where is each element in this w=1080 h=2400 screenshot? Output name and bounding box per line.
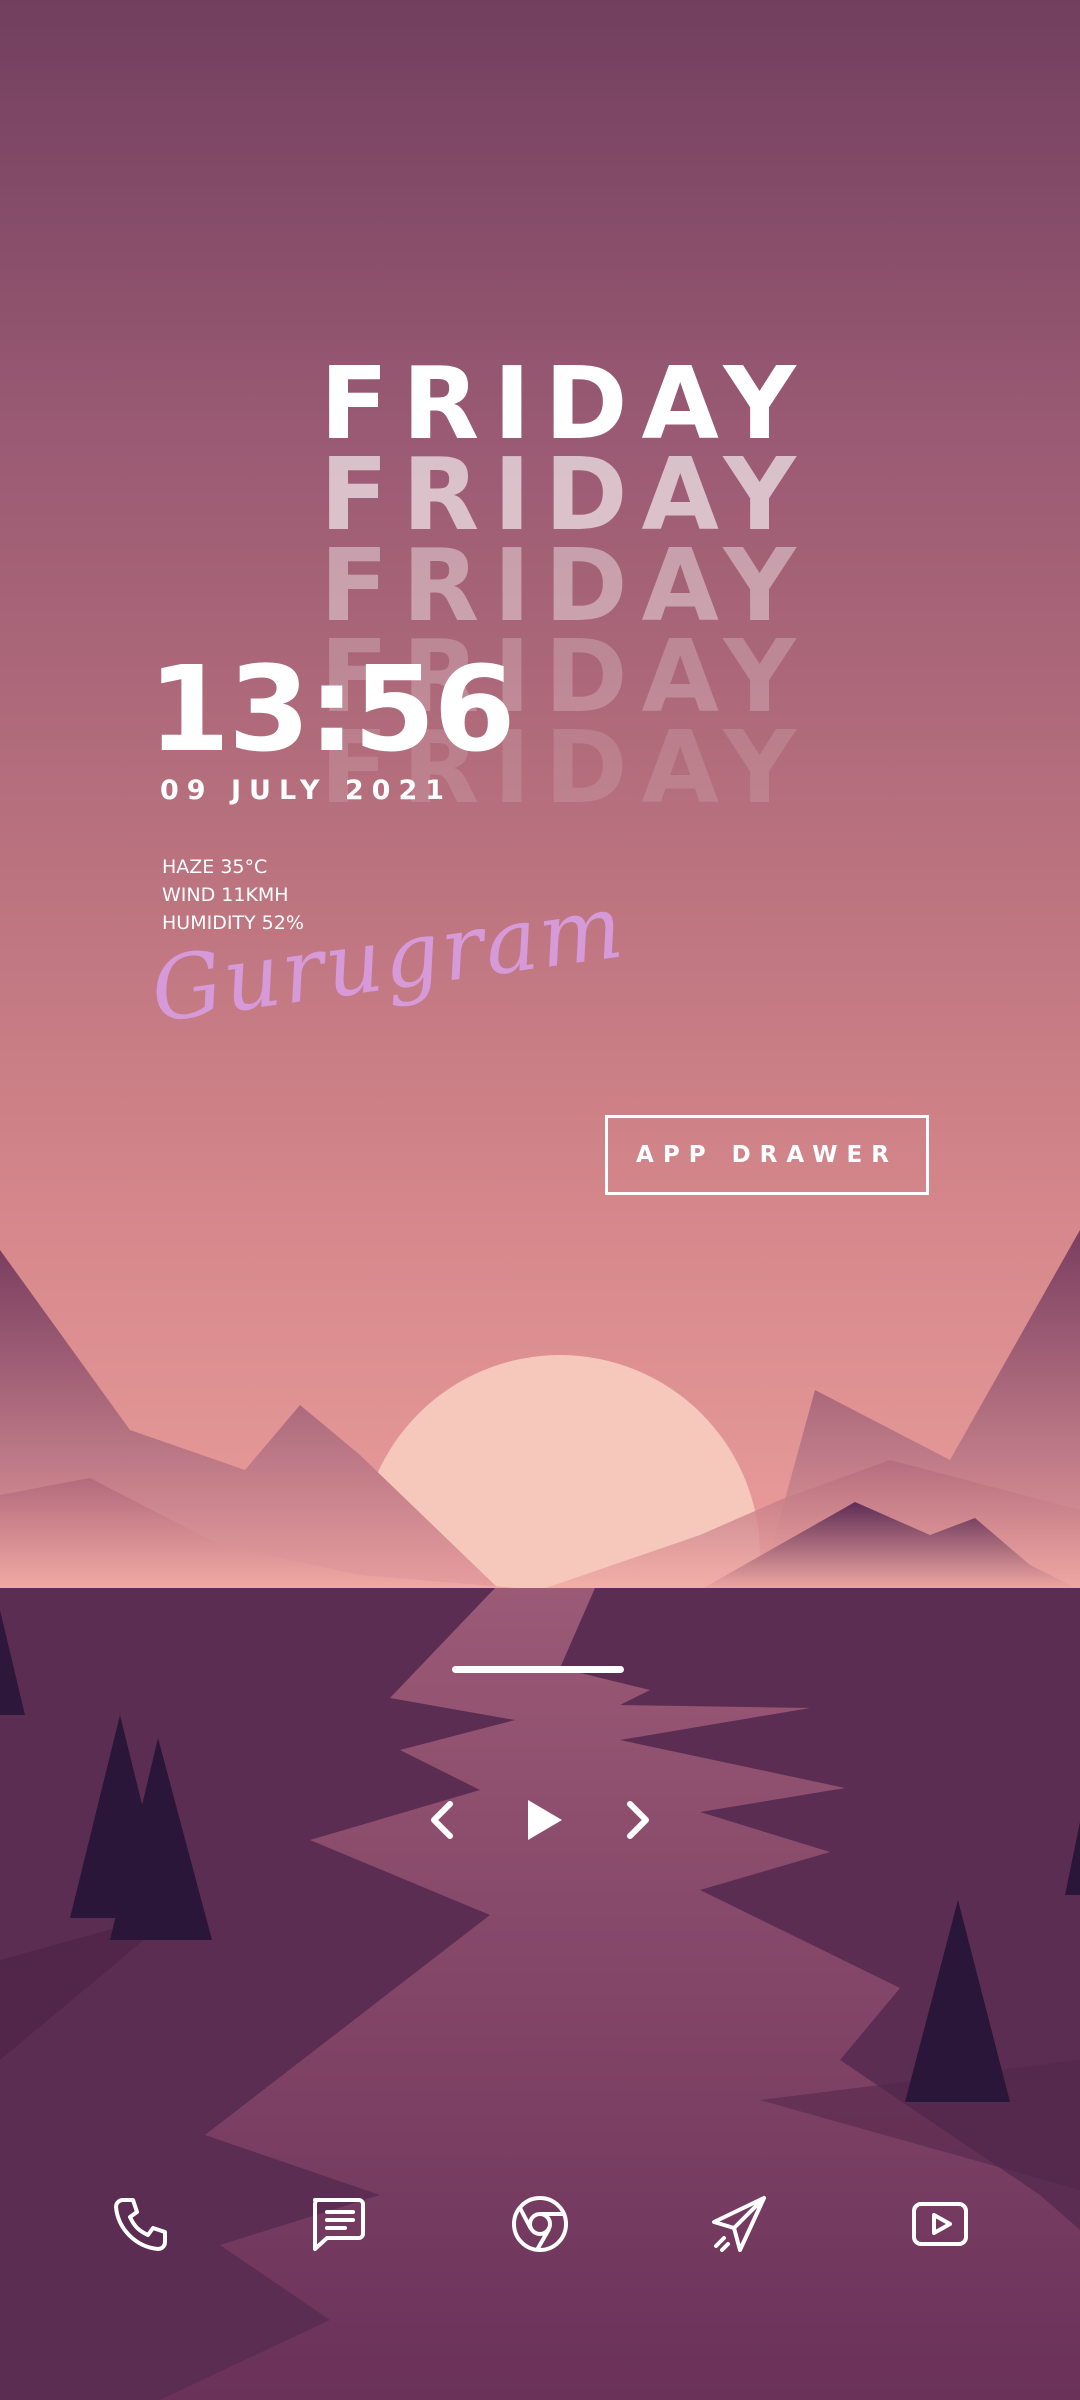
clock-time[interactable]: 13:56 <box>148 650 516 768</box>
play-icon <box>528 1800 562 1840</box>
chevron-right-icon <box>627 1801 649 1839</box>
dock-messages-button[interactable] <box>307 2192 371 2256</box>
phone-icon <box>114 2198 167 2251</box>
weather-condition: HAZE 35°C <box>162 856 268 878</box>
previous-button[interactable] <box>412 1790 472 1850</box>
dock-youtube-button[interactable] <box>908 2192 972 2256</box>
youtube-icon <box>912 2202 968 2246</box>
home-handle-bar[interactable] <box>452 1666 624 1673</box>
next-button[interactable] <box>608 1790 668 1850</box>
home-screen: FRIDAY FRIDAY FRIDAY FRIDAY FRIDAY 13:56… <box>0 0 1080 2400</box>
app-drawer-button[interactable]: APP DRAWER <box>605 1115 929 1195</box>
chrome-icon <box>512 2196 568 2252</box>
weather-wind: WIND 11KMH <box>162 884 289 906</box>
dock-chrome-button[interactable] <box>508 2192 572 2256</box>
dock-send-button[interactable] <box>706 2192 770 2256</box>
clock-date[interactable]: 09 JULY 2021 <box>160 775 452 806</box>
send-icon <box>712 2196 766 2252</box>
message-icon <box>313 2198 365 2251</box>
dock-phone-button[interactable] <box>109 2192 173 2256</box>
chevron-left-icon <box>431 1801 453 1839</box>
play-button[interactable] <box>512 1790 572 1850</box>
